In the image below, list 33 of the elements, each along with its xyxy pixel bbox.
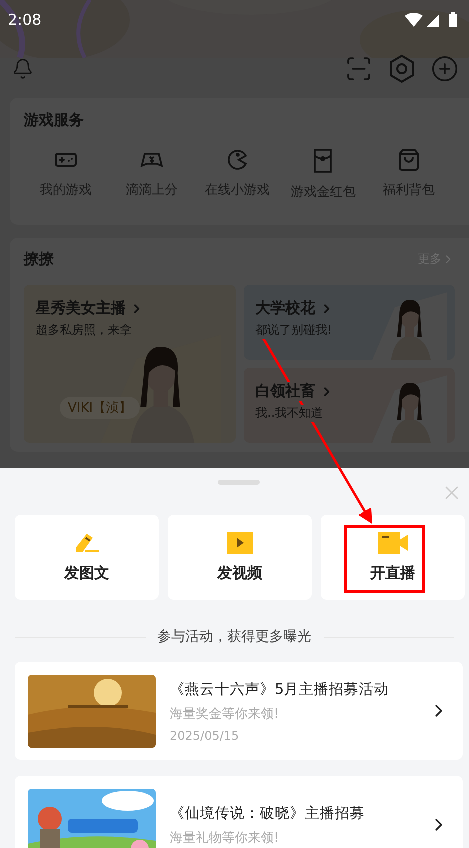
activity-subtitle: 海量礼物等你来领! [170, 830, 280, 846]
card-title: 星秀美女主播 [36, 299, 126, 318]
activity-title: 《仙境传说：破晓》主播招募 [170, 804, 366, 822]
pen-icon [74, 532, 100, 554]
action-button[interactable]: 发图文 [15, 515, 159, 600]
activity-card[interactable]: 《仙境传说：破晓》主播招募 海量礼物等你来领! [15, 776, 463, 848]
activity-date: 2025/05/15 [170, 728, 240, 742]
card-subtitle: 都说了别碰我! [256, 322, 332, 339]
activity-title: 《燕云十六声》5月主播招募活动 [170, 680, 390, 698]
activity-card[interactable]: 《燕云十六声》5月主播招募活动 海量奖金等你来领! 2025/05/15 [15, 662, 463, 760]
settings-icon[interactable] [387, 54, 417, 84]
activities-heading: 参与活动，获得更多曝光 [158, 628, 312, 646]
scan-icon[interactable] [345, 55, 373, 83]
host-tag: VIKI【浈】 [60, 397, 140, 419]
video-camera-icon [378, 532, 408, 554]
card-subtitle: 超多私房照，来拿 [36, 322, 132, 339]
activity-subtitle: 海量奖金等你来领! [170, 706, 280, 722]
status-time: 2:08 [8, 11, 42, 29]
add-icon[interactable] [431, 55, 459, 83]
bag-icon [397, 148, 421, 172]
pacman-icon [226, 148, 250, 172]
play-icon [227, 532, 253, 554]
action-button[interactable]: 发视频 [168, 515, 312, 600]
host-card[interactable]: 白领社畜 我..我不知道 [244, 368, 455, 443]
card-title: 白领社畜 [256, 382, 316, 401]
section-title: 撩撩 [24, 250, 54, 269]
host-card[interactable]: 星秀美女主播 超多私房照，来拿 VIKI【浈】 [24, 285, 236, 443]
card-subtitle: 我..我不知道 [256, 405, 324, 422]
host-card[interactable]: 大学校花 都说了别碰我! [244, 285, 455, 360]
card-title: 大学校花 [256, 299, 316, 318]
bell-icon[interactable] [12, 58, 34, 80]
action-button[interactable]: 开直播 [321, 515, 465, 600]
section-title: 游戏服务 [24, 111, 84, 129]
